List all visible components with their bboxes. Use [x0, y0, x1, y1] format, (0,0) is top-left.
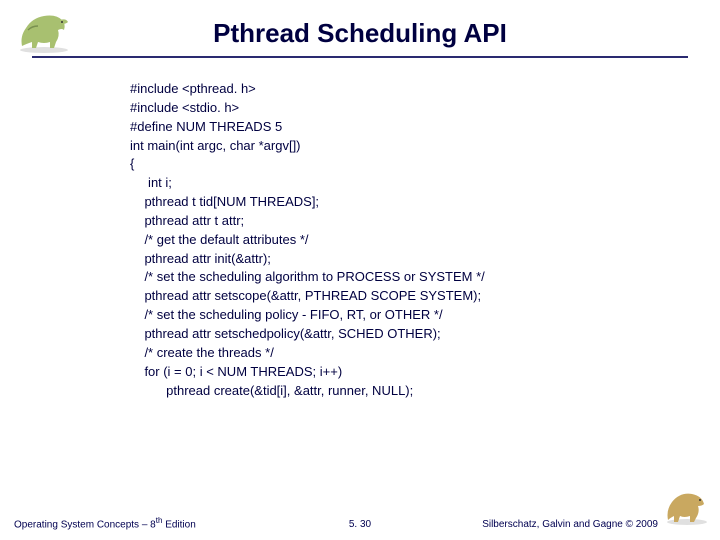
code-line: #include <stdio. h> — [130, 100, 239, 115]
code-block: #include <pthread. h> #include <stdio. h… — [130, 80, 485, 400]
footer-right: Silberschatz, Galvin and Gagne © 2009 — [482, 519, 658, 530]
code-line: #define NUM THREADS 5 — [130, 119, 282, 134]
slide: Pthread Scheduling API #include <pthread… — [0, 0, 720, 540]
code-line: int main(int argc, char *argv[]) — [130, 138, 301, 153]
code-line: int i; — [130, 175, 172, 190]
code-line: pthread attr setschedpolicy(&attr, SCHED… — [130, 326, 441, 341]
code-line: #include <pthread. h> — [130, 81, 256, 96]
slide-title: Pthread Scheduling API — [0, 18, 720, 49]
code-line: for (i = 0; i < NUM THREADS; i++) — [130, 364, 342, 379]
dinosaur-bottom-icon — [662, 486, 712, 526]
code-line: pthread t tid[NUM THREADS]; — [130, 194, 319, 209]
title-underline — [32, 56, 688, 58]
code-line: pthread attr init(&attr); — [130, 251, 271, 266]
code-line: /* set the scheduling algorithm to PROCE… — [130, 269, 485, 284]
code-line: pthread attr setscope(&attr, PTHREAD SCO… — [130, 288, 481, 303]
code-line: /* set the scheduling policy - FIFO, RT,… — [130, 307, 443, 322]
code-line: /* create the threads */ — [130, 345, 274, 360]
code-line: { — [130, 156, 134, 171]
code-line: pthread create(&tid[i], &attr, runner, N… — [130, 383, 413, 398]
code-line: pthread attr t attr; — [130, 213, 244, 228]
code-line: /* get the default attributes */ — [130, 232, 309, 247]
